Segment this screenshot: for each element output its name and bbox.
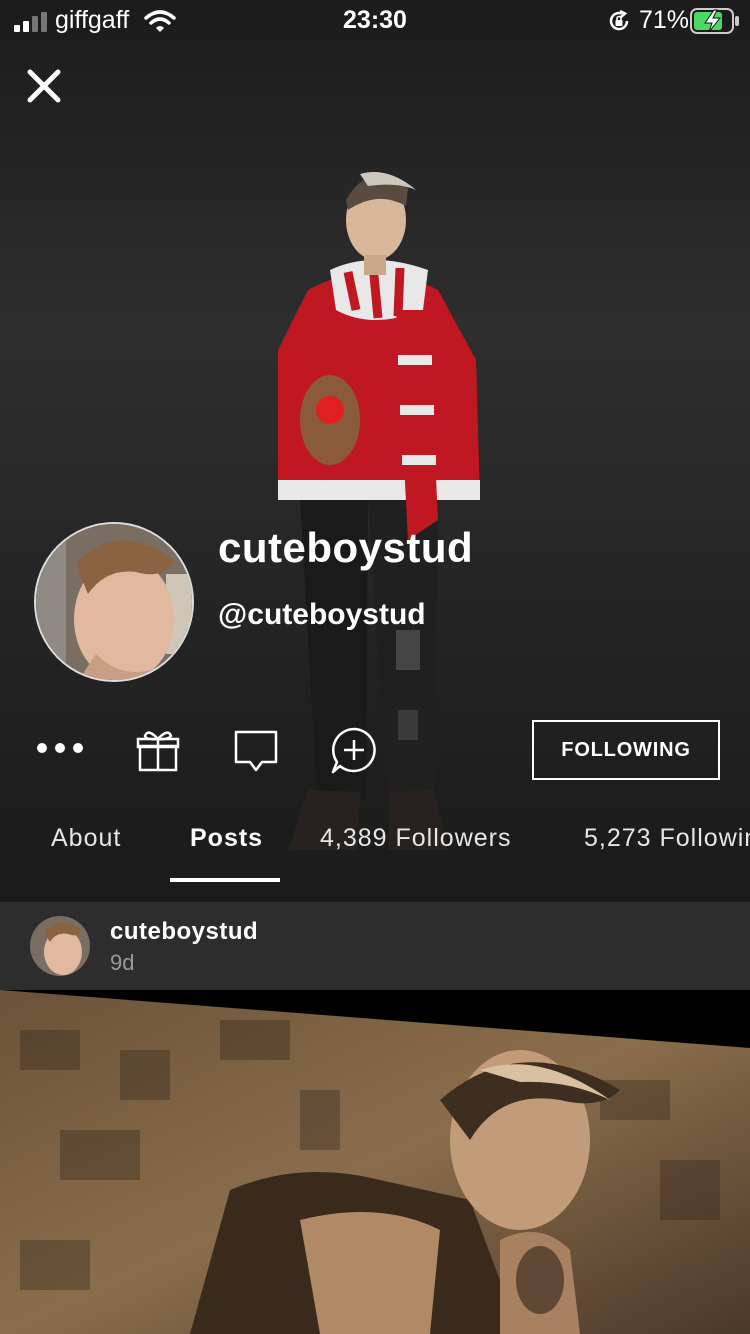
close-icon[interactable] [24, 66, 64, 106]
chat-icon[interactable] [232, 728, 280, 776]
post-header[interactable]: cuteboystud 9d [0, 902, 750, 990]
profile-avatar[interactable] [34, 522, 194, 682]
username: @cuteboystud [218, 598, 426, 631]
tab-following[interactable]: 5,273 Following [584, 824, 750, 853]
profile-tabs: About Posts 4,389 Followers 5,273 Follow… [0, 818, 750, 888]
post-author-avatar[interactable] [30, 916, 90, 976]
profile-hero: giffgaff 23:30 71% cuteboystud @cuteboys… [0, 0, 750, 902]
following-button[interactable]: FOLLOWING [532, 720, 720, 780]
post-author-name[interactable]: cuteboystud [110, 918, 258, 946]
clock: 23:30 [343, 6, 407, 34]
gift-icon[interactable] [136, 728, 180, 772]
tab-about[interactable]: About [51, 824, 121, 853]
battery-percent: 71% [639, 6, 690, 34]
status-bar: giffgaff 23:30 71% [0, 0, 750, 42]
tab-posts[interactable]: Posts [190, 824, 263, 853]
add-icon[interactable] [330, 726, 378, 776]
display-name: cuteboystud [218, 524, 474, 571]
post-image[interactable] [0, 990, 750, 1334]
tab-followers[interactable]: 4,389 Followers [320, 824, 511, 853]
more-icon[interactable] [36, 740, 84, 756]
active-tab-indicator [170, 878, 280, 882]
post-timestamp: 9d [110, 950, 135, 975]
rotation-lock-icon [609, 9, 629, 31]
battery-charging-icon [690, 8, 739, 34]
